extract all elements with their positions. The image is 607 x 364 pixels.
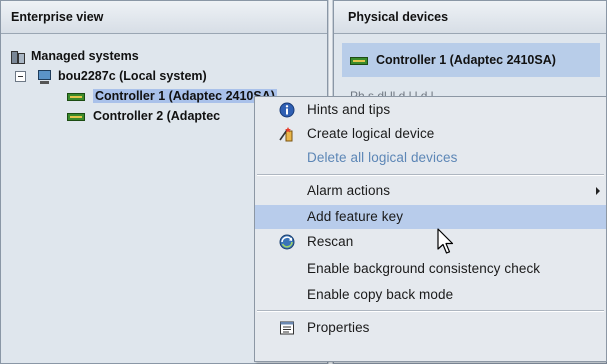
rescan-icon <box>279 234 295 250</box>
menu-item-enable-background-consistency-check[interactable]: Enable background consistency check <box>255 257 606 281</box>
menu-item-label: Properties <box>307 320 370 335</box>
collapse-toggle-icon[interactable] <box>15 71 26 82</box>
menu-item-properties[interactable]: Properties <box>255 316 606 340</box>
menu-item-alarm-actions[interactable]: Alarm actions <box>255 179 606 203</box>
menu-item-label: Enable copy back mode <box>307 287 454 302</box>
tree-item-managed-systems[interactable]: Managed systems <box>11 47 139 65</box>
device-tile-label: Controller 1 (Adaptec 2410SA) <box>376 53 556 67</box>
controller-icon <box>67 112 87 122</box>
properties-icon <box>280 321 294 335</box>
menu-item-add-feature-key[interactable]: Add feature key <box>255 205 606 229</box>
controller-icon <box>67 92 87 102</box>
device-tile-controller-1[interactable]: Controller 1 (Adaptec 2410SA) <box>342 43 600 77</box>
menu-item-create-logical-device[interactable]: Create logical device <box>255 122 606 146</box>
menu-item-label: Create logical device <box>307 126 435 141</box>
info-icon <box>279 102 295 118</box>
tree-item-label: Managed systems <box>31 49 139 63</box>
menu-item-label: Rescan <box>307 234 354 249</box>
menu-separator <box>257 310 604 312</box>
menu-item-rescan[interactable]: Rescan <box>255 230 606 254</box>
menu-item-label: Delete all logical devices <box>307 150 458 165</box>
tree-item-label: Controller 1 (Adaptec 2410SA) <box>93 89 277 103</box>
enterprise-view-header: Enterprise view <box>1 1 327 34</box>
managed-systems-icon <box>11 49 27 65</box>
menu-item-label: Enable background consistency check <box>307 261 541 276</box>
controller-icon <box>350 56 370 66</box>
menu-separator <box>257 174 604 176</box>
tree-item-system[interactable]: bou2287c (Local system) <box>37 67 207 85</box>
menu-item-delete-all-logical-devices[interactable]: Delete all logical devices <box>255 146 606 170</box>
menu-item-label: Alarm actions <box>307 183 391 198</box>
tree-item-label: Controller 2 (Adaptec <box>93 109 221 123</box>
server-icon <box>37 69 54 85</box>
submenu-arrow-icon <box>596 187 600 195</box>
mouse-pointer-icon <box>437 228 454 254</box>
menu-item-label: Add feature key <box>307 209 404 224</box>
tree-item-label: bou2287c (Local system) <box>58 69 207 83</box>
wand-icon <box>279 127 293 142</box>
menu-item-enable-copy-back-mode[interactable]: Enable copy back mode <box>255 283 606 307</box>
tree-item-controller-2[interactable]: Controller 2 (Adaptec <box>67 107 220 125</box>
physical-devices-header: Physical devices <box>334 1 606 34</box>
menu-item-label: Hints and tips <box>307 102 391 117</box>
tree-item-controller-1[interactable]: Controller 1 (Adaptec 2410SA) <box>67 87 277 105</box>
menu-item-hints-and-tips[interactable]: Hints and tips <box>255 98 606 122</box>
context-menu: Hints and tips Create logical device Del… <box>254 96 607 362</box>
